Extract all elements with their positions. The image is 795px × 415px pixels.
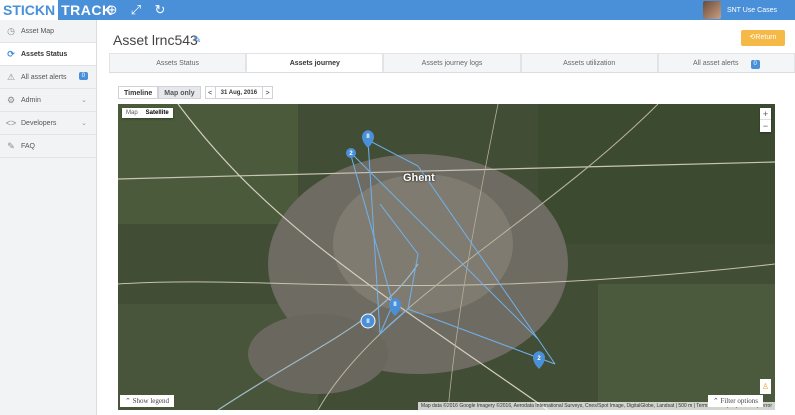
- sidebar-item-admin[interactable]: ⚙ Admin ⌄: [0, 89, 96, 112]
- tab-assets-status[interactable]: Assets Status: [109, 53, 247, 72]
- avatar: [702, 1, 721, 19]
- return-button[interactable]: ⟲Return: [741, 30, 785, 46]
- map-marker[interactable]: II: [389, 298, 401, 316]
- tab-alert-badge: 0: [750, 60, 760, 69]
- tab-assets-journey[interactable]: Assets journey: [246, 53, 384, 72]
- map-marker[interactable]: II: [360, 313, 376, 329]
- alert-count-badge: 0: [78, 72, 88, 80]
- chevron-down-icon: ⌄: [81, 97, 87, 104]
- main-content: Asset lrnc543 ✎ ⟲Return Assets Status As…: [97, 20, 795, 415]
- map-type-map[interactable]: Map: [122, 108, 142, 118]
- zoom-out-button[interactable]: −: [760, 120, 771, 132]
- date-display[interactable]: 31 Aug, 2016: [215, 86, 263, 99]
- page-title: Asset lrnc543: [113, 32, 198, 48]
- route-markers: II 2 II II 2: [346, 130, 545, 369]
- tab-bar: Assets Status Assets journey Assets jour…: [109, 53, 795, 73]
- sidebar-item-assets-status[interactable]: ⟳ Assets Status: [0, 43, 96, 66]
- sidebar-item-label: Developers: [21, 119, 57, 127]
- add-circle-icon[interactable]: ⊕: [104, 2, 120, 18]
- filter-options-button[interactable]: ⌃ Filter options: [707, 395, 763, 407]
- zoom-in-button[interactable]: +: [760, 108, 771, 120]
- chevron-down-icon: ⌄: [81, 120, 87, 127]
- warning-icon: ⚠: [6, 71, 16, 82]
- fullscreen-icon[interactable]: ⤢: [128, 2, 144, 18]
- timeline-button[interactable]: Timeline: [118, 86, 159, 99]
- map-only-button[interactable]: Map only: [158, 86, 201, 99]
- pencil-icon: ✎: [7, 140, 15, 151]
- street-view-icon[interactable]: ♙: [760, 379, 771, 394]
- user-name: SNT Use Cases: [726, 6, 777, 14]
- tab-all-asset-alerts[interactable]: All asset alerts 0: [657, 53, 795, 72]
- map-type-satellite[interactable]: Satellite: [142, 108, 173, 118]
- sidebar-item-label: Asset Map: [21, 27, 55, 35]
- sidebar-item-faq[interactable]: ✎ FAQ: [0, 135, 96, 158]
- gear-icon: ⚙: [6, 94, 16, 105]
- show-legend-label: Show legend: [132, 397, 169, 405]
- tab-assets-journey-logs[interactable]: Assets journey logs: [383, 53, 521, 72]
- refresh-icon: ⟳: [7, 48, 15, 59]
- code-icon: <>: [5, 118, 17, 128]
- map-view[interactable]: Ghent II 2 II II 2 Map Satellite + − ♙ M…: [118, 104, 775, 410]
- map-type-control: Map Satellite: [122, 108, 173, 118]
- tab-label: Assets utilization: [563, 60, 616, 67]
- sidebar: ◷ Asset Map ⟳ Assets Status ⚠ All asset …: [0, 20, 97, 415]
- next-date-button[interactable]: >: [262, 86, 274, 99]
- logo[interactable]: STICKN TRACK: [0, 0, 113, 20]
- prev-date-button[interactable]: <: [204, 86, 216, 99]
- logo-part1: STICKN: [0, 0, 59, 20]
- sidebar-item-label: FAQ: [21, 142, 36, 150]
- view-toolbar: Timeline Map only < 31 Aug, 2016 >: [118, 86, 274, 99]
- sidebar-item-all-asset-alerts[interactable]: ⚠ All asset alerts 0: [0, 66, 96, 89]
- tab-label: Assets journey: [289, 60, 340, 67]
- sidebar-item-label: Admin: [21, 96, 41, 104]
- tab-assets-utilization[interactable]: Assets utilization: [520, 53, 658, 72]
- top-bar: STICKN TRACK ⊕ ⤢ ↻ SNT Use Cases: [0, 0, 795, 20]
- sidebar-item-label: Assets Status: [21, 50, 68, 58]
- map-marker[interactable]: II: [362, 130, 374, 148]
- user-menu[interactable]: SNT Use Cases: [702, 0, 777, 20]
- clock-icon: ◷: [7, 25, 15, 36]
- edit-icon[interactable]: ✎: [193, 35, 201, 46]
- map-marker[interactable]: 2: [533, 351, 545, 369]
- tab-label: Assets journey logs: [421, 60, 483, 67]
- tab-label: Assets Status: [156, 60, 199, 67]
- marker-label: II: [366, 319, 370, 325]
- marker-label: II: [393, 302, 397, 308]
- filter-options-label: Filter options: [720, 397, 758, 405]
- marker-label: II: [366, 134, 370, 140]
- show-legend-button[interactable]: ⌃ Show legend: [120, 395, 174, 407]
- tab-label: All asset alerts: [692, 60, 739, 67]
- return-label: Return: [755, 34, 777, 41]
- zoom-control: + −: [760, 108, 771, 132]
- sidebar-item-asset-map[interactable]: ◷ Asset Map: [0, 20, 96, 43]
- map-marker[interactable]: 2: [346, 148, 356, 158]
- refresh-icon[interactable]: ↻: [152, 2, 168, 18]
- sidebar-item-label: All asset alerts: [21, 73, 67, 81]
- sidebar-item-developers[interactable]: <> Developers ⌄: [0, 112, 96, 135]
